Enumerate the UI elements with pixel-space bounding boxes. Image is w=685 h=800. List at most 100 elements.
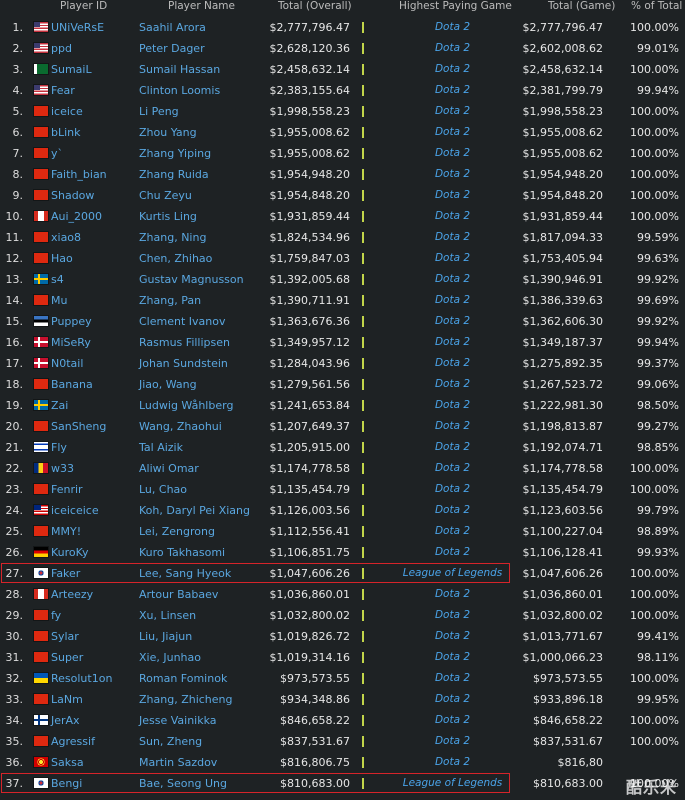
player-id-link[interactable]: Faker	[51, 563, 80, 584]
player-id-link[interactable]: UNiVeRsE	[51, 17, 104, 38]
player-id-link[interactable]: Fenrir	[51, 479, 83, 500]
player-id-link[interactable]: Aui_2000	[51, 206, 102, 227]
highest-game-link[interactable]: Dota 2	[370, 332, 535, 353]
highest-game-link[interactable]: Dota 2	[370, 311, 535, 332]
header-player-id[interactable]: Player ID	[60, 0, 107, 13]
player-name-link[interactable]: Koh, Daryl Pei Xiang	[139, 500, 250, 521]
player-name-link[interactable]: Aliwi Omar	[139, 458, 199, 479]
highest-game-link[interactable]: Dota 2	[370, 38, 535, 59]
player-id-link[interactable]: Hao	[51, 248, 73, 269]
highest-game-link[interactable]: Dota 2	[370, 479, 535, 500]
player-id-link[interactable]: y`	[51, 143, 63, 164]
highest-game-link[interactable]: Dota 2	[370, 437, 535, 458]
player-name-link[interactable]: Roman Fominok	[139, 668, 227, 689]
player-id-link[interactable]: bLink	[51, 122, 81, 143]
highest-game-link[interactable]: Dota 2	[370, 731, 535, 752]
player-id-link[interactable]: Bengi	[51, 773, 82, 794]
header-player-name[interactable]: Player Name	[168, 0, 235, 13]
player-id-link[interactable]: MMY!	[51, 521, 81, 542]
highest-game-link[interactable]: Dota 2	[370, 122, 535, 143]
player-name-link[interactable]: Zhang Ruida	[139, 164, 209, 185]
highest-game-link[interactable]: League of Legends	[370, 773, 535, 794]
highest-game-link[interactable]: Dota 2	[370, 353, 535, 374]
highest-game-link[interactable]: Dota 2	[370, 269, 535, 290]
highest-game-link[interactable]: Dota 2	[370, 542, 535, 563]
player-name-link[interactable]: Zhang, Ning	[139, 227, 206, 248]
player-name-link[interactable]: Zhang, Pan	[139, 290, 201, 311]
highest-game-link[interactable]: Dota 2	[370, 164, 535, 185]
player-name-link[interactable]: Lee, Sang Hyeok	[139, 563, 231, 584]
player-name-link[interactable]: Lu, Chao	[139, 479, 187, 500]
header-total-overall[interactable]: Total (Overall)	[278, 0, 352, 13]
player-name-link[interactable]: Jesse Vainikka	[139, 710, 217, 731]
player-id-link[interactable]: iceice	[51, 101, 83, 122]
player-id-link[interactable]: Banana	[51, 374, 93, 395]
player-id-link[interactable]: Faith_bian	[51, 164, 107, 185]
player-name-link[interactable]: Gustav Magnusson	[139, 269, 244, 290]
player-name-link[interactable]: Li Peng	[139, 101, 179, 122]
highest-game-link[interactable]: League of Legends	[370, 563, 535, 584]
player-name-link[interactable]: Kurtis Ling	[139, 206, 197, 227]
highest-game-link[interactable]: Dota 2	[370, 80, 535, 101]
highest-game-link[interactable]: Dota 2	[370, 752, 535, 773]
highest-game-link[interactable]: Dota 2	[370, 668, 535, 689]
player-id-link[interactable]: Puppey	[51, 311, 92, 332]
highest-game-link[interactable]: Dota 2	[370, 710, 535, 731]
player-id-link[interactable]: Arteezy	[51, 584, 93, 605]
player-name-link[interactable]: Johan Sundstein	[139, 353, 228, 374]
player-name-link[interactable]: Zhang, Zhicheng	[139, 689, 233, 710]
highest-game-link[interactable]: Dota 2	[370, 689, 535, 710]
player-id-link[interactable]: Super	[51, 647, 83, 668]
player-name-link[interactable]: Bae, Seong Ung	[139, 773, 227, 794]
player-id-link[interactable]: xiao8	[51, 227, 81, 248]
player-id-link[interactable]: Saksa	[51, 752, 84, 773]
player-name-link[interactable]: Ludwig Wåhlberg	[139, 395, 233, 416]
highest-game-link[interactable]: Dota 2	[370, 416, 535, 437]
highest-game-link[interactable]: Dota 2	[370, 647, 535, 668]
highest-game-link[interactable]: Dota 2	[370, 605, 535, 626]
header-highest-game[interactable]: Highest Paying Game	[399, 0, 512, 13]
highest-game-link[interactable]: Dota 2	[370, 17, 535, 38]
highest-game-link[interactable]: Dota 2	[370, 584, 535, 605]
player-name-link[interactable]: Peter Dager	[139, 38, 205, 59]
player-name-link[interactable]: Lei, Zengrong	[139, 521, 215, 542]
highest-game-link[interactable]: Dota 2	[370, 227, 535, 248]
player-id-link[interactable]: MiSeRy	[51, 332, 91, 353]
player-id-link[interactable]: N0tail	[51, 353, 83, 374]
player-name-link[interactable]: Artour Babaev	[139, 584, 218, 605]
highest-game-link[interactable]: Dota 2	[370, 521, 535, 542]
highest-game-link[interactable]: Dota 2	[370, 500, 535, 521]
player-id-link[interactable]: SanSheng	[51, 416, 106, 437]
highest-game-link[interactable]: Dota 2	[370, 185, 535, 206]
highest-game-link[interactable]: Dota 2	[370, 248, 535, 269]
player-id-link[interactable]: Fear	[51, 80, 75, 101]
header-total-game[interactable]: Total (Game)	[548, 0, 615, 13]
player-id-link[interactable]: Agressif	[51, 731, 95, 752]
highest-game-link[interactable]: Dota 2	[370, 59, 535, 80]
player-name-link[interactable]: Xie, Junhao	[139, 647, 201, 668]
player-id-link[interactable]: Shadow	[51, 185, 94, 206]
player-name-link[interactable]: Liu, Jiajun	[139, 626, 192, 647]
highest-game-link[interactable]: Dota 2	[370, 458, 535, 479]
player-id-link[interactable]: w33	[51, 458, 74, 479]
player-id-link[interactable]: Zai	[51, 395, 68, 416]
player-id-link[interactable]: Resolut1on	[51, 668, 112, 689]
player-name-link[interactable]: Sumail Hassan	[139, 59, 220, 80]
highest-game-link[interactable]: Dota 2	[370, 101, 535, 122]
player-name-link[interactable]: Clement Ivanov	[139, 311, 225, 332]
player-name-link[interactable]: Zhang Yiping	[139, 143, 211, 164]
player-id-link[interactable]: SumaiL	[51, 59, 92, 80]
player-name-link[interactable]: Jiao, Wang	[139, 374, 197, 395]
player-name-link[interactable]: Saahil Arora	[139, 17, 206, 38]
player-name-link[interactable]: Clinton Loomis	[139, 80, 220, 101]
player-name-link[interactable]: Chu Zeyu	[139, 185, 192, 206]
player-name-link[interactable]: Wang, Zhaohui	[139, 416, 222, 437]
highest-game-link[interactable]: Dota 2	[370, 290, 535, 311]
player-name-link[interactable]: Chen, Zhihao	[139, 248, 212, 269]
player-id-link[interactable]: Fly	[51, 437, 67, 458]
player-name-link[interactable]: Martin Sazdov	[139, 752, 217, 773]
highest-game-link[interactable]: Dota 2	[370, 626, 535, 647]
player-name-link[interactable]: Rasmus Fillipsen	[139, 332, 230, 353]
highest-game-link[interactable]: Dota 2	[370, 143, 535, 164]
player-name-link[interactable]: Zhou Yang	[139, 122, 197, 143]
